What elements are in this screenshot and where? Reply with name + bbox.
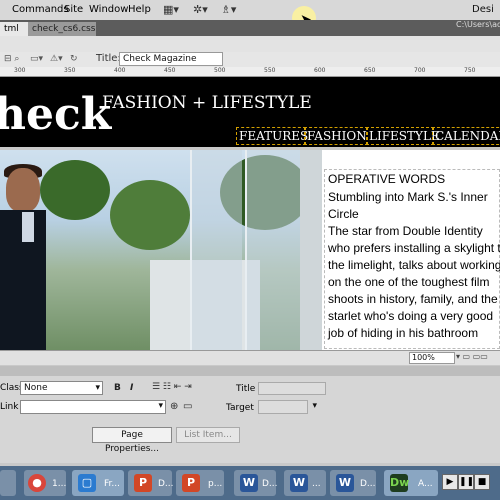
powerpoint-icon: P — [182, 474, 200, 492]
ruler: 300 350 400 450 500 550 600 650 700 750 — [0, 67, 500, 77]
taskbar-label: D... — [262, 479, 278, 489]
menu-bar: Commands Site Window Help ▦▾ ✲▾ ♗▾ — [0, 0, 500, 21]
taskbar-label: D... — [158, 479, 174, 489]
sidebar-subheading[interactable]: Stumbling into Mark S.'s Inner Circle — [328, 189, 500, 223]
powerpoint-icon: P — [134, 474, 152, 492]
start-button[interactable] — [0, 470, 16, 496]
site-logo[interactable]: heck — [0, 90, 111, 140]
ruler-tick: 400 — [114, 67, 126, 74]
sidebar-body[interactable]: The star from Double Identity who prefer… — [328, 223, 500, 342]
title-label: Title: — [96, 53, 121, 64]
nav-lifestyle[interactable]: LIFESTYLE — [366, 127, 440, 145]
tab-css[interactable]: check_cs6.css × — [28, 22, 96, 48]
list-item-button[interactable]: List Item... — [176, 427, 240, 443]
ruler-tick: 500 — [214, 67, 226, 74]
ruler-tick: 550 — [264, 67, 276, 74]
class-select[interactable]: None ▾ — [20, 381, 103, 395]
page-title-input[interactable]: Check Magazine — [119, 52, 223, 66]
title-prop-input[interactable] — [258, 382, 326, 395]
list-buttons-icon[interactable]: ☰ ☷ ⇤ ⇥ — [152, 382, 192, 392]
play-icon[interactable]: ▶ — [442, 474, 458, 490]
workspace-switcher[interactable]: Desi — [472, 4, 494, 15]
ruler-tick: 750 — [464, 67, 476, 74]
class-value: None — [24, 383, 48, 393]
chrome-icon: ● — [28, 474, 46, 492]
word-icon: W — [336, 474, 354, 492]
inspect-icon[interactable]: ⊟ ⌕ — [4, 54, 19, 64]
taskbar-label: p... — [208, 479, 223, 489]
menu-help[interactable]: Help — [128, 4, 151, 15]
taskbar-label: D... — [360, 479, 376, 489]
tab-css-label: check_cs6.css — [32, 24, 96, 34]
nav-fashion[interactable]: FASHION — [304, 127, 368, 145]
tagline: FASHION + LIFESTYLE — [102, 93, 312, 113]
title-prop-label: Title — [236, 384, 256, 394]
ruler-tick: 350 — [64, 67, 76, 74]
multiscreen-icon[interactable]: ▭▾ — [30, 54, 43, 64]
site-icon[interactable]: ♗▾ — [221, 3, 236, 16]
menu-commands[interactable]: Commands — [12, 4, 69, 15]
gear-icon[interactable]: ✲▾ — [193, 3, 208, 16]
chevron-down-icon: ▾ — [158, 401, 163, 411]
document-tabs: tml check_cs6.css × — [0, 20, 500, 48]
bold-button[interactable]: B — [114, 383, 121, 393]
ruler-tick: 600 — [314, 67, 326, 74]
word-icon: W — [290, 474, 308, 492]
taskbar-label: ... — [312, 479, 321, 489]
taskbar-label: 1... — [52, 479, 67, 489]
model-collar — [22, 212, 34, 242]
zoom-select[interactable]: 100% — [409, 352, 455, 364]
ruler-tick: 650 — [364, 67, 376, 74]
properties-panel-header — [0, 366, 500, 376]
link-input[interactable]: ▾ — [20, 400, 166, 414]
ruler-tick: 450 — [164, 67, 176, 74]
chevron-down-icon: ▾ — [312, 401, 317, 411]
document-toolbar — [0, 36, 500, 53]
validate-icon[interactable]: ⚠▾ — [50, 54, 63, 64]
menu-site[interactable]: Site — [64, 4, 83, 15]
italic-button[interactable]: I — [130, 383, 133, 393]
sidebar-heading[interactable]: OPERATIVE WORDS — [328, 172, 445, 186]
menu-window[interactable]: Window — [89, 4, 128, 15]
target-label: Target — [226, 403, 254, 413]
model-head — [6, 168, 40, 212]
ruler-tick: 700 — [414, 67, 426, 74]
stop-icon[interactable]: ■ — [474, 474, 490, 490]
taskbar-label: A... — [418, 479, 433, 489]
nav-calendar[interactable]: CALENDAR — [432, 127, 500, 145]
point-to-file-icon[interactable]: ⊕ — [170, 401, 178, 412]
taskbar-label: Fr... — [104, 479, 120, 489]
file-path: C:\Users\adm — [456, 20, 500, 29]
link-label: Link — [0, 402, 19, 412]
window-size-icon[interactable]: ▾ ▭ ▭▭ — [456, 352, 488, 361]
pause-icon[interactable]: ❚❚ — [458, 474, 474, 490]
dreamweaver-icon: Dw — [390, 474, 409, 492]
layout-icon[interactable]: ▦▾ — [163, 3, 179, 16]
camera-icon: ▢ — [78, 474, 96, 492]
page-properties-button[interactable]: Page Properties... — [92, 427, 172, 454]
word-icon: W — [240, 474, 258, 492]
hero-image[interactable] — [0, 150, 322, 350]
nav-features[interactable]: FEATURES — [236, 127, 308, 145]
refresh-icon[interactable]: ↻ — [70, 54, 78, 64]
chevron-down-icon: ▾ — [95, 383, 100, 393]
target-select[interactable]: ▾ — [258, 400, 317, 414]
folder-icon[interactable]: ▭ — [183, 401, 192, 412]
ruler-tick: 300 — [14, 67, 26, 74]
